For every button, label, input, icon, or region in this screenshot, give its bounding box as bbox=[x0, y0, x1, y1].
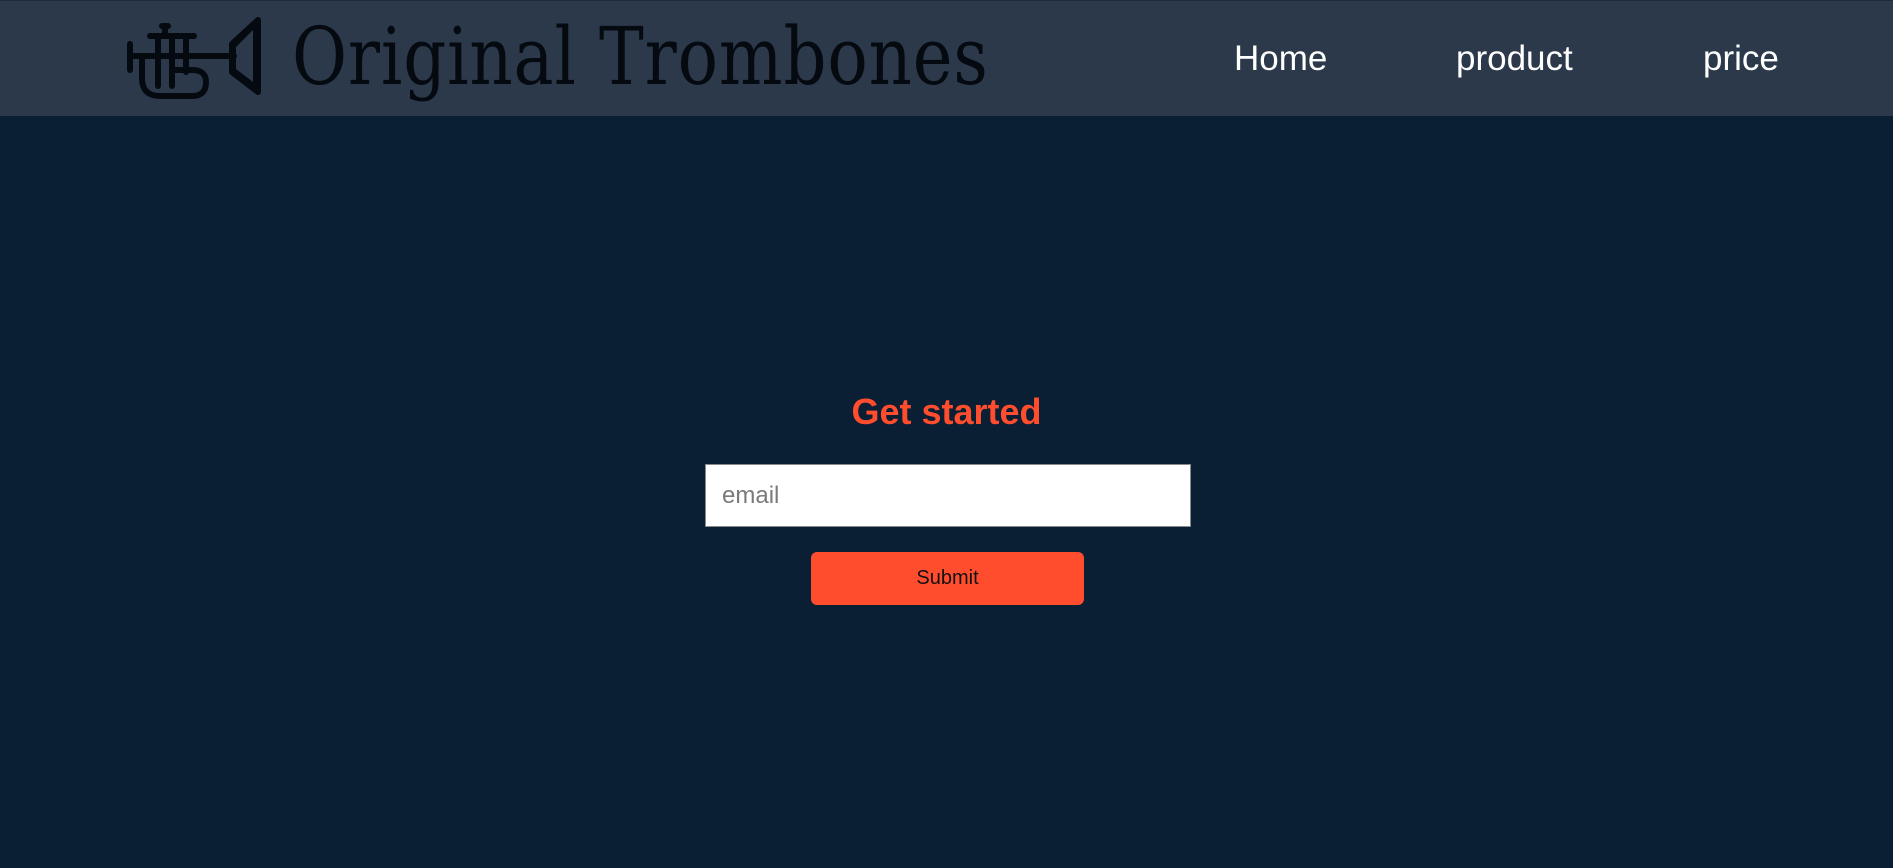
site-logo[interactable]: Original Trombones bbox=[122, 11, 1121, 107]
site-logo-text: Original Trombones bbox=[292, 10, 989, 103]
submit-button[interactable]: Submit bbox=[811, 552, 1084, 605]
nav-link-price[interactable]: price bbox=[1703, 37, 1779, 81]
site-header: Original Trombones Home product price bbox=[0, 0, 1893, 116]
trumpet-icon bbox=[127, 17, 261, 99]
nav-link-home[interactable]: Home bbox=[1234, 37, 1327, 81]
nav-link-product[interactable]: product bbox=[1456, 37, 1573, 81]
email-input[interactable] bbox=[705, 464, 1191, 527]
hero-title: Get started bbox=[851, 391, 1042, 432]
